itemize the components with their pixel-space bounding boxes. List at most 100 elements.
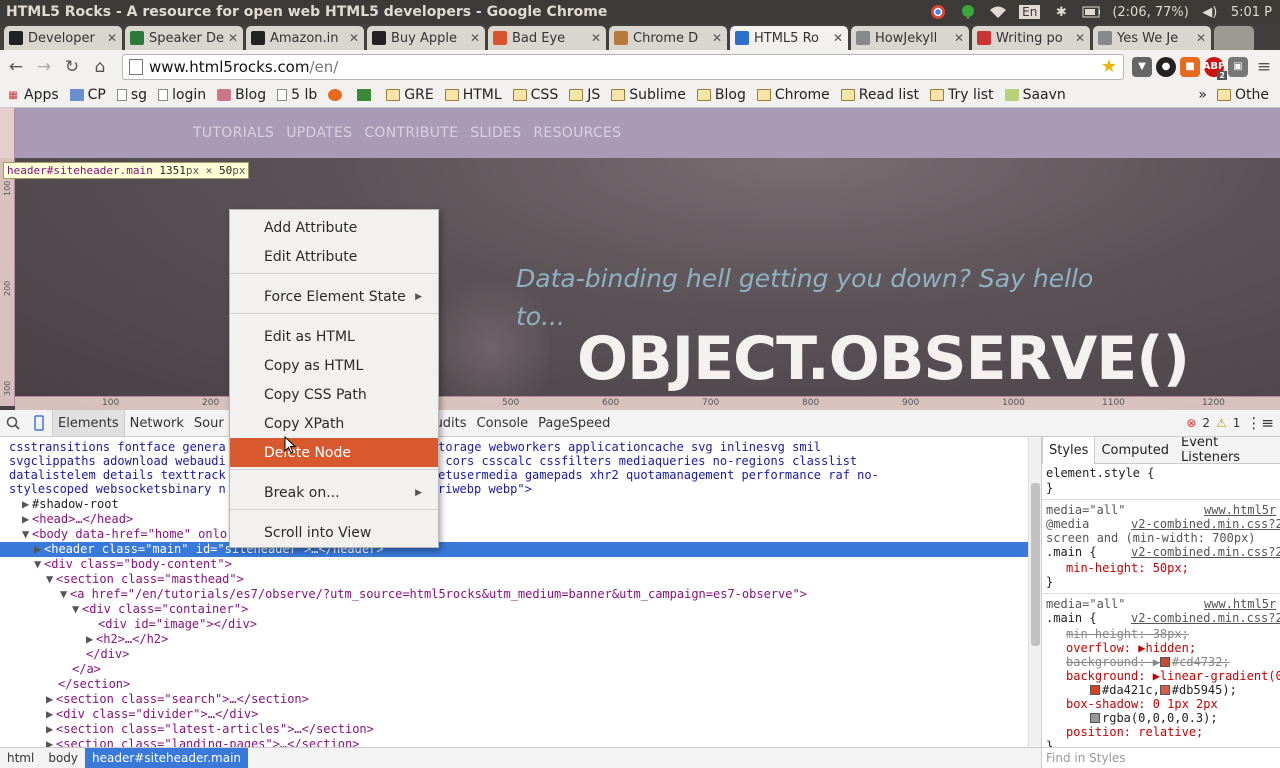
tab-3[interactable]: Buy Apple ✕	[367, 26, 485, 50]
color-swatch[interactable]	[1090, 685, 1100, 695]
bookmark-5[interactable]: 5 lb	[277, 87, 317, 103]
menu-item-delete-node[interactable]: Delete Node	[230, 438, 438, 467]
evernote-tray-icon[interactable]	[959, 4, 977, 20]
tab-close-icon[interactable]: ✕	[228, 31, 238, 45]
bookmark-9[interactable]: HTML	[444, 87, 502, 103]
devtools-tab-0[interactable]: Elements	[52, 410, 125, 436]
dom-node-anchor[interactable]: ▼ <a href="/en/tutorials/es7/observe/?utm…	[0, 587, 1028, 602]
dom-node-a-close[interactable]: </a>	[0, 662, 1028, 677]
devtools-tab-1[interactable]: Network	[125, 410, 189, 436]
color-swatch[interactable]	[1159, 685, 1170, 695]
color-swatch[interactable]	[1159, 657, 1170, 667]
source-link[interactable]: www.html5r	[1204, 503, 1276, 517]
dom-node-section-close[interactable]: </section>	[0, 677, 1028, 692]
prop-position[interactable]: position: relative;	[1066, 725, 1203, 739]
devtools-tab-5[interactable]: Console	[472, 410, 534, 436]
site-nav-contribute[interactable]: CONTRIBUTE	[364, 125, 458, 141]
devtools-drawer-icon[interactable]: ⋮≡	[1246, 414, 1274, 432]
dom-node-div-close[interactable]: </div>	[0, 647, 1028, 662]
breadcrumb-0[interactable]: html	[0, 748, 41, 768]
site-nav-slides[interactable]: SLIDES	[470, 125, 521, 141]
tab-9[interactable]: Yes We Je ✕	[1093, 26, 1211, 50]
menu-item-edit-as-html[interactable]: Edit as HTML	[230, 322, 438, 351]
dom-node-container[interactable]: ▼ <div class="container">	[0, 602, 1028, 617]
dom-line[interactable]: datalistelem details texttrack em fullscr…	[0, 468, 1028, 483]
tab-close-icon[interactable]: ✕	[833, 31, 843, 45]
rule-selector[interactable]: .main {	[1046, 545, 1097, 559]
dom-node-body[interactable]: ▼ <body data-href="home" onlo	[0, 527, 1028, 542]
tab-0[interactable]: Developer ✕	[4, 26, 122, 50]
find-in-styles-input[interactable]: Find in Styles	[1041, 748, 1280, 768]
bookmark-10[interactable]: CSS	[512, 87, 558, 103]
dom-line[interactable]: csstransitions fontface genera torage ses…	[0, 440, 1028, 455]
error-count[interactable]: 2	[1202, 416, 1210, 430]
bookmark-star-icon[interactable]: ★	[1101, 56, 1117, 77]
source-link[interactable]: www.html5r	[1204, 597, 1276, 611]
bookmark-2[interactable]: sg	[116, 87, 147, 103]
clock[interactable]: 5:01 P	[1231, 5, 1272, 20]
keyboard-language-indicator[interactable]: En	[1019, 5, 1041, 19]
styles-tab-styles[interactable]: Styles	[1042, 437, 1096, 464]
bookmark-0[interactable]: ▦ Apps	[6, 87, 58, 103]
tab-7[interactable]: HowJekyll ✕	[851, 26, 969, 50]
element-style-rule[interactable]: element.style {	[1046, 466, 1154, 480]
dom-node-h2[interactable]: ▶ <h2>…</h2>	[0, 632, 1028, 647]
dom-node-search[interactable]: ▶ <section class="search">…</section>	[0, 692, 1028, 707]
tab-close-icon[interactable]: ✕	[349, 31, 359, 45]
site-nav-tutorials[interactable]: TUTORIALS	[193, 125, 274, 141]
adblock-icon[interactable]: ABP 2	[1203, 56, 1227, 80]
dom-node-masthead[interactable]: ▼ <section class="masthead">	[0, 572, 1028, 587]
masthead-banner[interactable]: Data-binding hell getting you down? Say …	[0, 158, 1280, 416]
dom-node-shadow-root[interactable]: ▶ #shadow-root	[0, 497, 1028, 512]
elements-scroll-thumb[interactable]	[1031, 483, 1040, 646]
dom-node-latest-articles[interactable]: ▶ <section class="latest-articles">…</sec…	[0, 722, 1028, 737]
tab-close-icon[interactable]: ✕	[107, 31, 117, 45]
extension-icon[interactable]: ▣	[1228, 56, 1248, 77]
dom-node-head[interactable]: ▶ <head>…</head>	[0, 512, 1028, 527]
tab-close-icon[interactable]: ✕	[1075, 31, 1085, 45]
other-bookmarks[interactable]: Othe	[1217, 87, 1269, 103]
tab-close-icon[interactable]: ✕	[954, 31, 964, 45]
tab-close-icon[interactable]: ✕	[470, 31, 480, 45]
camera-extension-icon[interactable]: ●	[1156, 56, 1176, 77]
volume-icon[interactable]: ◀)	[1201, 4, 1219, 20]
menu-item-edit-attribute[interactable]: Edit Attribute	[230, 242, 438, 271]
site-nav-updates[interactable]: UPDATES	[286, 125, 352, 141]
forward-button[interactable]: →	[32, 55, 56, 79]
bookmark-12[interactable]: Sublime	[611, 87, 686, 103]
bookmark-7[interactable]	[357, 89, 375, 101]
elements-tree[interactable]: csstransitions fontface genera torage ses…	[0, 437, 1028, 747]
bookmark-1[interactable]: CP	[69, 87, 106, 103]
pocket-icon[interactable]: ▼	[1132, 56, 1152, 77]
menu-item-break-on[interactable]: Break on... ▶	[230, 478, 438, 507]
dom-node-image[interactable]: <div id="image"></div>	[0, 617, 1028, 632]
devtools-tab-2[interactable]: Sour	[189, 410, 229, 436]
tab-4[interactable]: Bad Eye ✕	[488, 26, 606, 50]
site-nav-resources[interactable]: RESOURCES	[533, 125, 621, 141]
styles-tab-computed[interactable]: Computed	[1095, 437, 1175, 464]
breadcrumb-2[interactable]: header#siteheader.main	[85, 748, 249, 768]
prop-background-overridden[interactable]: background: ▶ #cd4732;	[1066, 655, 1230, 669]
address-bar[interactable]: www.html5rocks.com/en/ ★	[122, 53, 1124, 80]
inspect-search-icon[interactable]	[0, 410, 26, 436]
prop-box-shadow[interactable]: box-shadow: 0 1px 2px	[1066, 697, 1218, 711]
bookmark-13[interactable]: Blog	[696, 87, 746, 103]
dom-line[interactable]: stylescoped websocketsbinary n datauriweb…	[0, 482, 1028, 497]
wifi-icon[interactable]	[989, 4, 1007, 20]
new-tab-button[interactable]	[1214, 26, 1254, 50]
menu-item-scroll-into-view[interactable]: Scroll into View	[230, 518, 438, 547]
bookmark-4[interactable]: Blog	[217, 87, 266, 103]
bookmark-16[interactable]: Try list	[930, 87, 994, 103]
bookmark-17[interactable]: Saavn	[1004, 87, 1066, 103]
prop-min-height-overridden[interactable]: min-height: 38px;	[1066, 627, 1189, 641]
bookmark-6[interactable]	[328, 89, 346, 101]
prop-min-height[interactable]: min-height: 50px;	[1066, 561, 1189, 575]
color-swatch[interactable]	[1090, 713, 1100, 723]
box-shadow-value[interactable]: rgba(0,0,0,0.3);	[1090, 711, 1218, 725]
bluetooth-icon[interactable]: ✱	[1052, 4, 1070, 20]
back-button[interactable]: ←	[4, 55, 28, 79]
error-count-icon[interactable]: ⊗	[1186, 416, 1196, 430]
devtools-tab-6[interactable]: PageSpeed	[533, 410, 615, 436]
menu-item-copy-as-html[interactable]: Copy as HTML	[230, 351, 438, 380]
dom-line[interactable]: svgclippaths adownload webaudi contentedi…	[0, 454, 1028, 469]
